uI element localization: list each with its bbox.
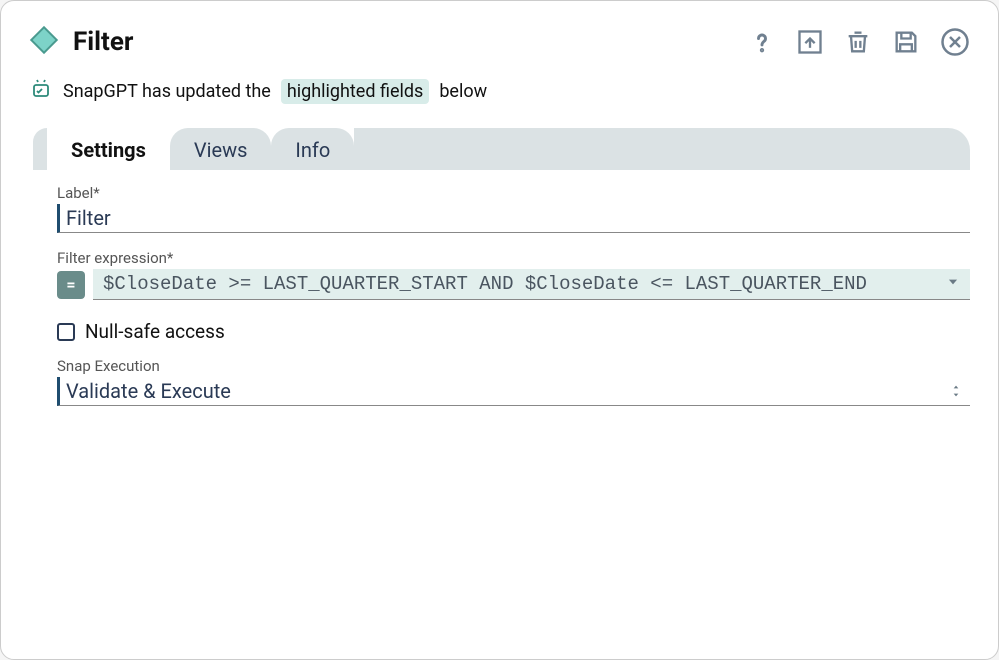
notice-prefix: SnapGPT has updated the: [63, 81, 271, 102]
save-icon[interactable]: [892, 28, 920, 56]
filter-expression-input[interactable]: $CloseDate >= LAST_QUARTER_START AND $Cl…: [93, 269, 970, 300]
nullsafe-row: Null-safe access: [57, 320, 970, 343]
exec-field-label: Snap Execution: [57, 357, 970, 375]
tab-info[interactable]: Info: [271, 128, 354, 170]
close-icon[interactable]: [940, 27, 970, 57]
nullsafe-label: Null-safe access: [85, 320, 225, 343]
page-title: Filter: [73, 27, 133, 57]
expr-field-label: Filter expression*: [57, 249, 970, 267]
header-actions: [748, 27, 970, 57]
title-group: Filter: [29, 25, 133, 59]
chevron-down-icon[interactable]: [946, 273, 960, 295]
tabs: Settings Views Info: [33, 128, 970, 170]
tab-settings[interactable]: Settings: [47, 128, 170, 170]
expr-row: = $CloseDate >= LAST_QUARTER_START AND $…: [57, 269, 970, 300]
snapgpt-notice: SnapGPT has updated the highlighted fiel…: [29, 77, 970, 106]
help-icon[interactable]: [748, 28, 776, 56]
filter-diamond-icon: [29, 25, 59, 59]
notice-suffix: below: [439, 81, 487, 102]
notice-highlight: highlighted fields: [281, 79, 429, 104]
tab-spacer: [354, 128, 970, 170]
tab-views[interactable]: Views: [170, 128, 272, 170]
expr-value: $CloseDate >= LAST_QUARTER_START AND $Cl…: [103, 273, 867, 295]
select-spinner-icon[interactable]: [950, 383, 962, 399]
tab-lead: [33, 128, 47, 170]
filter-dialog: Filter: [0, 0, 999, 660]
dialog-header: Filter: [29, 25, 970, 59]
label-field-label: Label*: [57, 184, 970, 202]
snap-execution-select[interactable]: Validate & Execute: [57, 377, 970, 406]
exec-value: Validate & Execute: [66, 379, 936, 403]
export-icon[interactable]: [796, 28, 824, 56]
nullsafe-checkbox[interactable]: [57, 323, 75, 341]
trash-icon[interactable]: [844, 28, 872, 56]
label-input-wrap: [57, 204, 970, 233]
tab-body: Label* Filter expression* = $CloseDate >…: [29, 170, 970, 406]
expression-toggle-button[interactable]: =: [57, 271, 85, 299]
label-input[interactable]: [66, 206, 964, 230]
bot-icon: [29, 77, 53, 106]
